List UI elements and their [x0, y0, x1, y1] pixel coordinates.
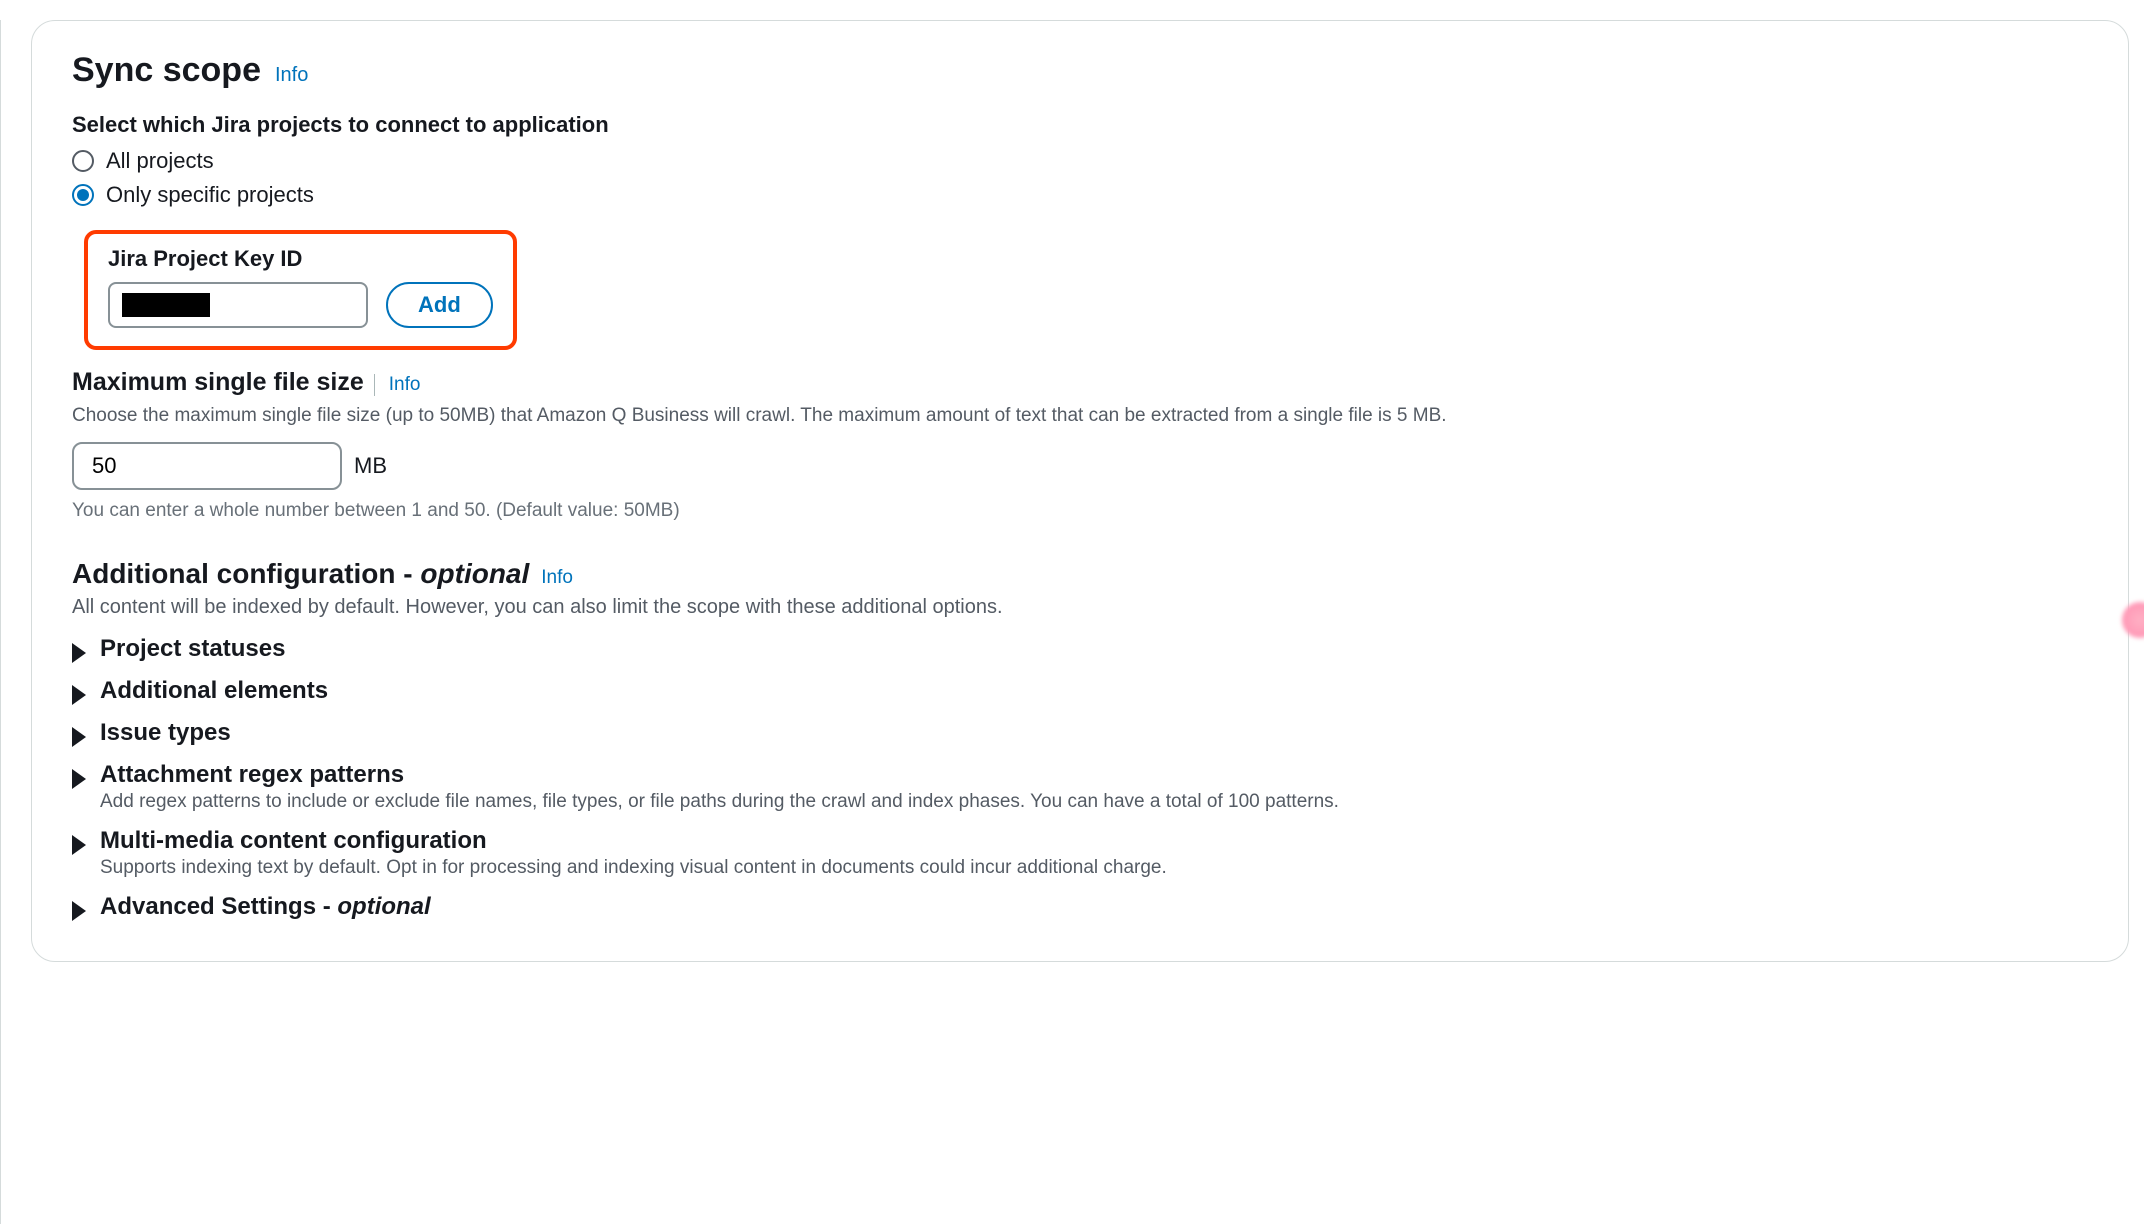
max-file-size-description: Choose the maximum single file size (up …: [72, 403, 2088, 430]
info-link-additional-config[interactable]: Info: [541, 567, 573, 589]
expandable-title: Issue types: [100, 719, 231, 747]
chevron-right-icon: [72, 769, 86, 789]
expandable-title: Attachment regex patterns: [100, 761, 1339, 789]
expandable-additional-elements[interactable]: Additional elements: [72, 677, 2088, 705]
additional-config-description: All content will be indexed by default. …: [72, 596, 2088, 619]
expandable-description: Add regex patterns to include or exclude…: [100, 791, 1339, 813]
max-file-size-input-row: MB: [72, 442, 2088, 490]
chevron-right-icon: [72, 901, 86, 921]
expandable-project-statuses[interactable]: Project statuses: [72, 635, 2088, 663]
additional-config-heading: Additional configuration - optional: [72, 558, 529, 590]
project-select-radio-group: All projects Only specific projects: [72, 148, 2088, 208]
radio-label: All projects: [106, 148, 214, 174]
additional-config-heading-row: Additional configuration - optional Info: [72, 558, 2088, 590]
expandable-title: Advanced Settings - optional: [100, 893, 431, 921]
jira-project-key-label: Jira Project Key ID: [108, 246, 493, 272]
chevron-right-icon: [72, 685, 86, 705]
jira-project-key-highlight: Jira Project Key ID Add: [84, 230, 517, 350]
info-link-sync-scope[interactable]: Info: [275, 64, 308, 87]
expandable-multimedia-config[interactable]: Multi-media content configuration Suppor…: [72, 827, 2088, 879]
add-button[interactable]: Add: [386, 282, 493, 328]
expandable-attachment-regex[interactable]: Attachment regex patterns Add regex patt…: [72, 761, 2088, 813]
radio-all-projects[interactable]: All projects: [72, 148, 2088, 174]
radio-only-specific-projects[interactable]: Only specific projects: [72, 182, 2088, 208]
jira-project-key-input-wrapper: [108, 282, 368, 328]
chevron-right-icon: [72, 727, 86, 747]
redacted-value: [122, 293, 210, 317]
max-file-size-label-row: Maximum single file size Info: [72, 368, 2088, 397]
max-file-size-hint: You can enter a whole number between 1 a…: [72, 500, 2088, 522]
max-file-size-label: Maximum single file size: [72, 368, 364, 397]
sync-scope-panel: Sync scope Info Select which Jira projec…: [31, 20, 2129, 962]
expandable-description: Supports indexing text by default. Opt i…: [100, 857, 1167, 879]
radio-icon-checked: [72, 184, 94, 206]
expandable-title-text: Advanced Settings -: [100, 893, 337, 920]
page-container: Sync scope Info Select which Jira projec…: [0, 20, 2144, 1224]
expandable-title: Additional elements: [100, 677, 328, 705]
additional-config-heading-text: Additional configuration -: [72, 558, 420, 589]
expandable-title: Multi-media content configuration: [100, 827, 1167, 855]
panel-title-row: Sync scope Info: [72, 51, 2088, 90]
info-link-file-size[interactable]: Info: [374, 374, 421, 396]
project-select-label: Select which Jira projects to connect to…: [72, 112, 2088, 138]
expandable-advanced-settings[interactable]: Advanced Settings - optional: [72, 893, 2088, 921]
max-file-size-input[interactable]: [72, 442, 342, 490]
expandable-title: Project statuses: [100, 635, 285, 663]
panel-title: Sync scope: [72, 51, 261, 90]
radio-icon: [72, 150, 94, 172]
chevron-right-icon: [72, 835, 86, 855]
max-file-size-unit: MB: [354, 453, 387, 479]
additional-config-optional: optional: [420, 558, 529, 589]
expandable-optional: optional: [337, 893, 430, 920]
chevron-right-icon: [72, 643, 86, 663]
radio-label: Only specific projects: [106, 182, 314, 208]
expandable-issue-types[interactable]: Issue types: [72, 719, 2088, 747]
